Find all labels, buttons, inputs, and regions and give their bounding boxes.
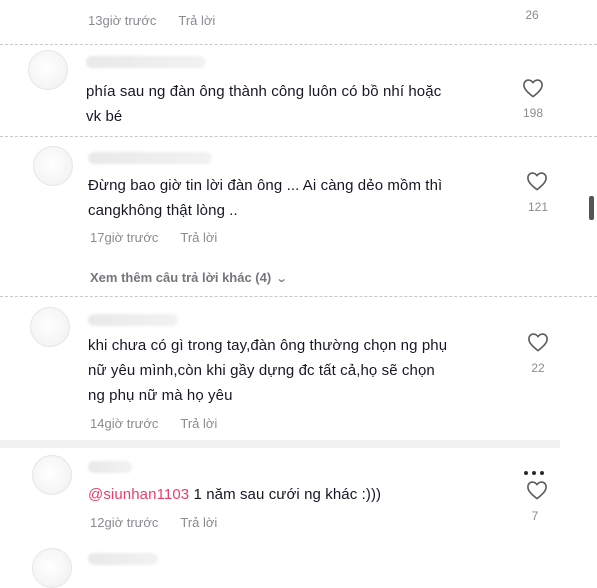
view-more-replies-button[interactable]: Xem thêm câu trả lời khác (4) ⌄ [90,270,288,285]
comment-line: phía sau ng đàn ông thành công luôn có b… [86,83,442,100]
comment-line: khi chưa có gì trong tay,đàn ông thường … [88,337,448,354]
avatar[interactable] [32,455,72,495]
section-separator [0,440,560,448]
comment-time: 12giờ trước [90,515,159,530]
reply-button[interactable]: Trả lời [180,416,217,431]
heart-outline-icon[interactable] [526,480,548,500]
heart-outline-icon[interactable] [522,78,544,98]
reply-button[interactable]: Trả lời [180,230,217,245]
username-blurred[interactable] [86,56,206,68]
like-count: 121 [527,200,549,214]
comment-text: phía sau ng đàn ông thành công luôn có b… [86,79,441,129]
mention-link[interactable]: @siunhan1103 [88,486,189,503]
comment-line: ng phụ nữ mà họ yêu [88,387,233,404]
comment-line: nữ yêu mình,còn khi gầy dựng đc tất cả,h… [88,362,435,379]
view-more-replies-label: Xem thêm câu trả lời khác (4) [90,270,272,285]
comment-time: 17giờ trước [90,230,159,245]
comment-line: cangkhông thật lòng .. [88,202,238,219]
username-blurred[interactable] [88,553,158,565]
comment-line: vk bé [86,108,123,125]
avatar[interactable] [28,50,68,90]
avatar[interactable] [32,548,72,588]
comments-panel: 13giờ trước Trả lời 26 phía sau ng đàn ôn… [0,0,597,588]
like-count: 22 [531,361,545,375]
avatar[interactable] [30,307,70,347]
reply-button[interactable]: Trả lời [180,515,217,530]
comment-text: khi chưa có gì trong tay,đàn ông thường … [88,333,447,408]
comment-text: @siunhan1103 1 năm sau cưới ng khác :))) [88,482,381,507]
comment-line: 1 năm sau cưới ng khác :))) [189,486,382,503]
like-count: 198 [522,106,544,120]
comment-time: 13giờ trước [88,13,157,28]
comment-text: Đừng bao giờ tin lời đàn ông ... Ai càng… [88,173,442,223]
username-blurred[interactable] [88,152,212,164]
comment-time: 14giờ trước [90,416,159,431]
scrollbar-thumb[interactable] [589,196,594,220]
divider [0,44,597,45]
chevron-down-icon: ⌄ [275,273,288,285]
divider [0,296,597,297]
heart-outline-icon[interactable] [526,171,548,191]
more-dots-icon[interactable] [524,462,550,475]
heart-outline-icon[interactable] [527,332,549,352]
like-count: 7 [531,509,539,523]
comment-line: Đừng bao giờ tin lời đàn ông ... Ai càng… [88,177,443,194]
avatar[interactable] [33,146,73,186]
like-count: 26 [525,8,539,22]
divider [0,136,597,137]
username-blurred[interactable] [88,461,132,473]
reply-button[interactable]: Trả lời [178,13,215,28]
username-blurred[interactable] [88,314,178,326]
